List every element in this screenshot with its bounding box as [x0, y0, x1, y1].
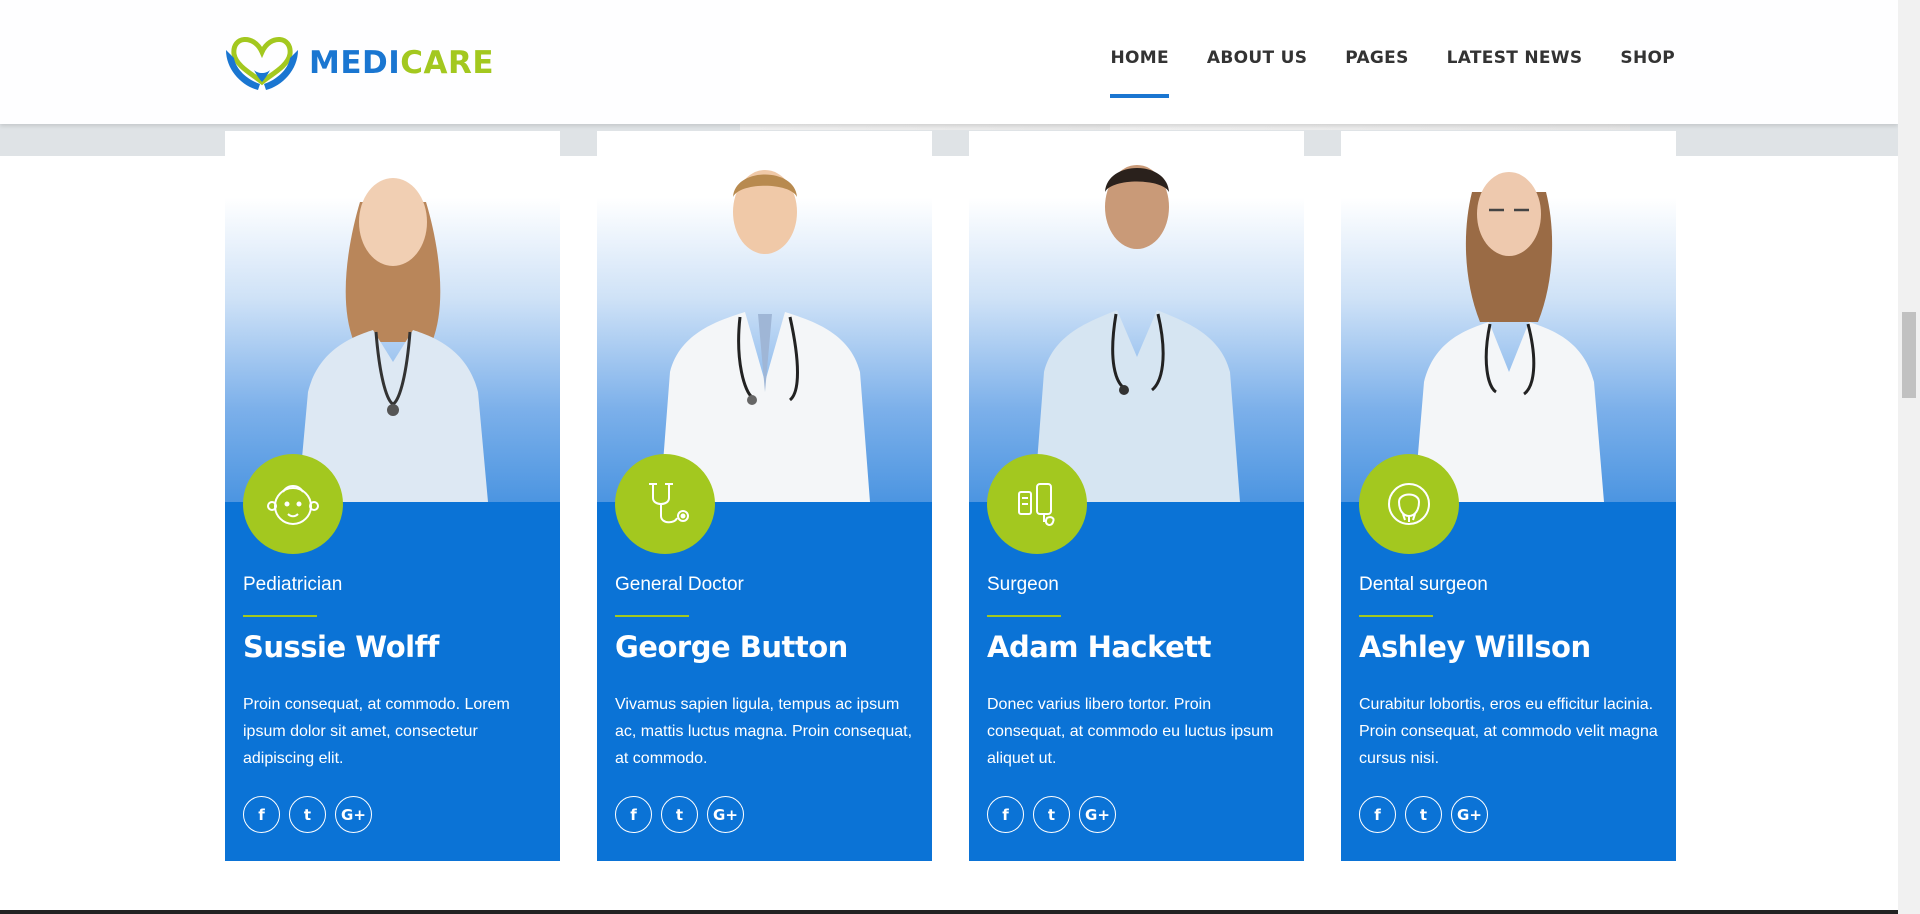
doctor-role: General Doctor [615, 574, 744, 595]
doctor-photo [1341, 131, 1676, 502]
role-underline [615, 615, 689, 617]
brand-name-part1: MEDI [309, 45, 401, 81]
iv-drip-icon [1018, 483, 1055, 526]
specialty-badge [615, 454, 715, 554]
main-nav: HOME ABOUT US PAGES LATEST NEWS SHOP [1072, 48, 1675, 98]
facebook-icon[interactable]: f [243, 796, 280, 833]
twitter-icon[interactable]: t [661, 796, 698, 833]
role-underline [1359, 615, 1433, 617]
twitter-icon[interactable]: t [1405, 796, 1442, 833]
doctor-photo [225, 131, 560, 502]
social-links: f t G+ [1359, 796, 1488, 833]
heart-hands-logo-icon [226, 37, 298, 90]
specialty-badge [243, 454, 343, 554]
nav-latest-news[interactable]: LATEST NEWS [1447, 48, 1583, 98]
doctor-role: Pediatrician [243, 574, 343, 595]
stethoscope-icon [649, 483, 689, 524]
dental-icon [1388, 483, 1430, 525]
twitter-icon[interactable]: t [289, 796, 326, 833]
google-plus-icon[interactable]: G+ [1451, 796, 1488, 833]
facebook-icon[interactable]: f [615, 796, 652, 833]
role-underline [243, 615, 317, 617]
doctor-bio: Donec varius libero tortor. Proin conseq… [987, 696, 1274, 767]
social-links: f t G+ [987, 796, 1116, 833]
doctor-name: Adam Hackett [987, 630, 1212, 664]
role-underline [987, 615, 1061, 617]
baby-face-icon [267, 485, 319, 525]
doctor-figure-icon [659, 170, 870, 502]
twitter-icon[interactable]: t [1033, 796, 1070, 833]
specialty-badge [987, 454, 1087, 554]
doctor-figure-icon [297, 178, 488, 502]
google-plus-icon[interactable]: G+ [335, 796, 372, 833]
scrollbar-thumb[interactable] [1902, 312, 1916, 398]
social-links: f t G+ [243, 796, 372, 833]
brand-name: MEDICARE [309, 45, 494, 81]
nav-pages[interactable]: PAGES [1345, 48, 1408, 98]
doctor-card: Dental surgeon Ashley Willson Curabitur … [1341, 131, 1676, 861]
vertical-scrollbar[interactable] [1898, 0, 1920, 914]
google-plus-icon[interactable]: G+ [707, 796, 744, 833]
doctor-figure-icon [1033, 165, 1240, 502]
specialty-badge [1359, 454, 1459, 554]
doctor-bio: Vivamus sapien ligula, tempus ac ipsum a… [615, 696, 913, 767]
doctor-bio: Curabitur lobortis, eros eu efficitur la… [1359, 696, 1658, 767]
doctor-figure-icon [1413, 172, 1604, 502]
bottom-edge [0, 910, 1898, 914]
team-cards: Pediatrician Sussie Wolff Proin consequa… [225, 131, 1676, 861]
facebook-icon[interactable]: f [987, 796, 1024, 833]
doctor-role: Dental surgeon [1359, 574, 1488, 595]
google-plus-icon[interactable]: G+ [1079, 796, 1116, 833]
doctor-name: Sussie Wolff [243, 630, 439, 664]
doctor-card: Surgeon Adam Hackett Donec varius libero… [969, 131, 1304, 861]
nav-shop[interactable]: SHOP [1620, 48, 1675, 98]
site-logo[interactable]: MEDICARE [224, 30, 494, 92]
brand-name-part2: CARE [400, 45, 495, 81]
doctor-photo [969, 131, 1304, 502]
facebook-icon[interactable]: f [1359, 796, 1396, 833]
doctor-card: Pediatrician Sussie Wolff Proin consequa… [225, 131, 560, 861]
doctor-name: Ashley Willson [1359, 630, 1591, 664]
social-links: f t G+ [615, 796, 744, 833]
doctor-photo [597, 131, 932, 502]
doctor-name: George Button [615, 630, 848, 664]
nav-about-us[interactable]: ABOUT US [1207, 48, 1307, 98]
doctor-card: General Doctor George Button Vivamus sap… [597, 131, 932, 861]
doctor-role: Surgeon [987, 574, 1059, 595]
site-header: MEDICARE HOME ABOUT US PAGES LATEST NEWS… [0, 0, 1898, 124]
nav-home[interactable]: HOME [1110, 48, 1170, 98]
doctor-bio: Proin consequat, at commodo. Lorem ipsum… [243, 696, 510, 767]
